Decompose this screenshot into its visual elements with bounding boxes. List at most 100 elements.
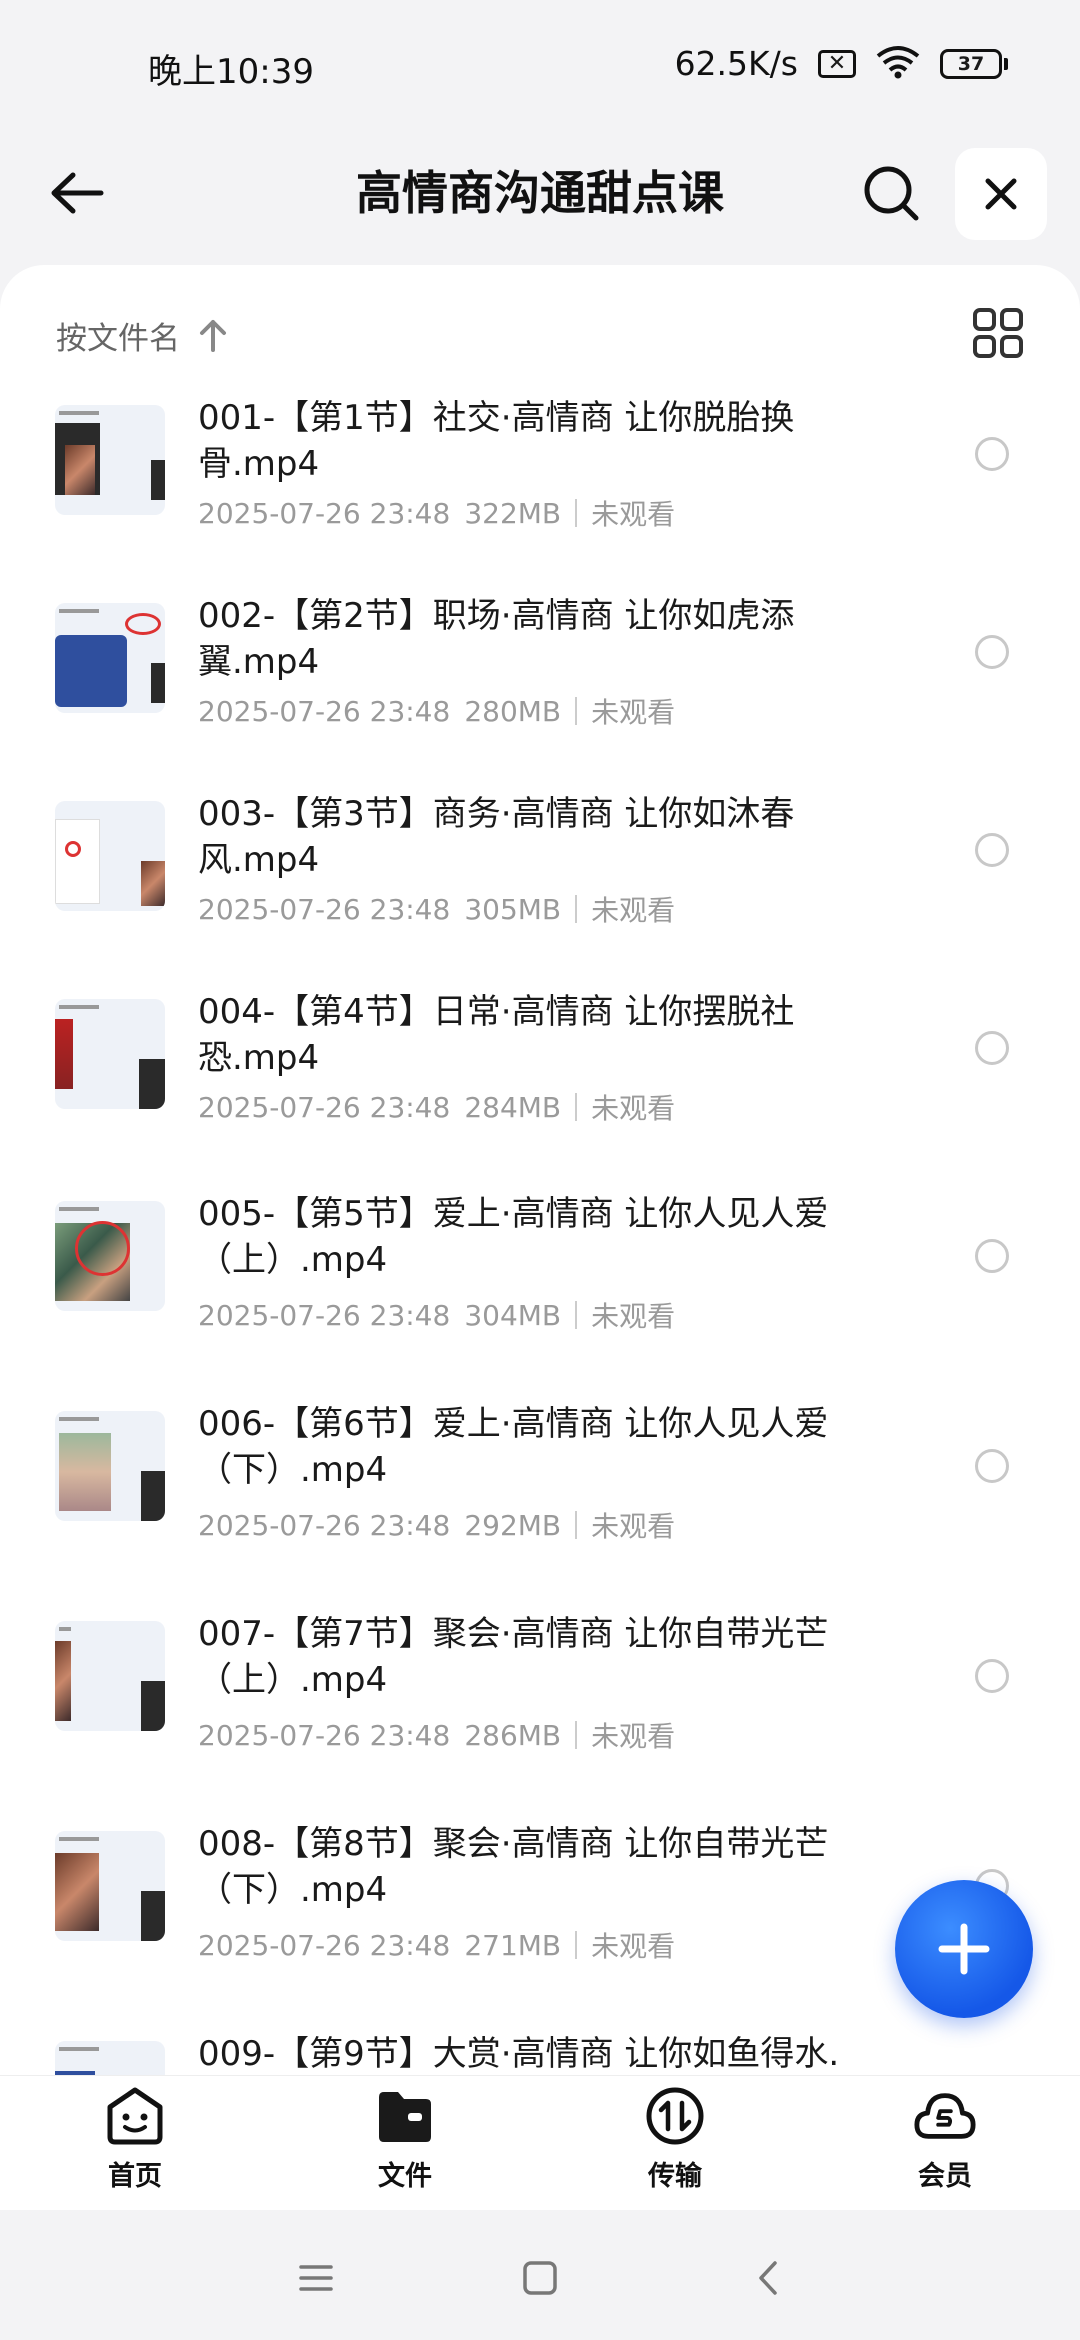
add-button[interactable]: [895, 1880, 1033, 2018]
menu-icon: [299, 2265, 333, 2291]
file-size: 284MB: [464, 1090, 562, 1124]
file-name: 006-【第6节】爱上·高情商 让你人见人爱（下）.mp4: [198, 1404, 829, 1490]
file-date: 2025-07-26 23:48: [198, 892, 451, 926]
chevron-left-icon: [759, 2261, 777, 2295]
file-item[interactable]: 001-【第1节】社交·高情商 让你脱胎换骨.mp4 2025-07-26 23…: [0, 395, 1080, 593]
sort-label: 按文件名: [56, 320, 180, 357]
file-name: 009-【第9节】大赏·高情商 让你如鱼得水.: [198, 2034, 840, 2074]
file-date: 2025-07-26 23:48: [198, 1508, 451, 1542]
nav-label: 首页: [108, 2161, 162, 2192]
watch-status: 未观看: [591, 1930, 676, 1963]
file-list-panel: 按文件名 001-【第1节】社交·高情商 让你脱胎换骨.mp4 2025-07-…: [0, 265, 1080, 2095]
file-size: 304MB: [464, 1298, 562, 1332]
status-bar: 晚上10:39 62.5K/s ✕ 37: [0, 0, 1080, 130]
watch-status: 未观看: [591, 696, 676, 729]
status-time: 晚上10:39: [148, 52, 314, 92]
grid-icon: [973, 308, 1023, 358]
file-date: 2025-07-26 23:48: [198, 1718, 451, 1752]
file-name: 001-【第1节】社交·高情商 让你脱胎换骨.mp4: [198, 398, 795, 484]
video-thumbnail: [55, 1201, 165, 1311]
select-radio[interactable]: [975, 1449, 1009, 1483]
file-date: 2025-07-26 23:48: [198, 1928, 451, 1962]
file-date: 2025-07-26 23:48: [198, 496, 451, 530]
watch-status: 未观看: [591, 498, 676, 531]
status-indicators: 62.5K/s ✕ 37: [675, 44, 1008, 83]
nav-label: 传输: [648, 2161, 702, 2192]
recents-button[interactable]: [286, 2248, 346, 2308]
watch-status: 未观看: [591, 1510, 676, 1543]
file-size: 322MB: [464, 496, 562, 530]
header: 高情商沟通甜点课: [0, 130, 1080, 260]
plus-icon: [938, 1923, 990, 1975]
file-item[interactable]: 006-【第6节】爱上·高情商 让你人见人爱（下）.mp4 2025-07-26…: [0, 1401, 1080, 1611]
arrow-up-icon: [200, 320, 226, 352]
select-radio[interactable]: [975, 437, 1009, 471]
file-name: 002-【第2节】职场·高情商 让你如虎添翼.mp4: [198, 596, 795, 682]
home-face-icon: [103, 2084, 167, 2148]
file-name: 008-【第8节】聚会·高情商 让你自带光芒（下）.mp4: [198, 1824, 829, 1910]
select-radio[interactable]: [975, 1031, 1009, 1065]
file-name: 005-【第5节】爱上·高情商 让你人见人爱（上）.mp4: [198, 1194, 829, 1280]
select-radio[interactable]: [975, 1239, 1009, 1273]
file-meta: 2025-07-26 23:48 280MB 未观看: [198, 691, 675, 731]
file-date: 2025-07-26 23:48: [198, 1298, 451, 1332]
search-button[interactable]: [852, 154, 932, 234]
square-icon: [523, 2261, 557, 2295]
select-radio[interactable]: [975, 1659, 1009, 1693]
watch-status: 未观看: [591, 894, 676, 927]
folder-icon: [373, 2084, 437, 2148]
nav-item-vip[interactable]: 会员: [810, 2076, 1080, 2210]
close-icon: [985, 178, 1017, 210]
video-thumbnail: [55, 405, 165, 515]
wifi-icon: [876, 45, 920, 83]
grid-view-button[interactable]: [970, 305, 1026, 361]
no-sim-icon: ✕: [818, 49, 856, 78]
battery-level: 37: [940, 48, 1002, 79]
file-item[interactable]: 003-【第3节】商务·高情商 让你如沐春风.mp4 2025-07-26 23…: [0, 791, 1080, 989]
file-item[interactable]: 004-【第4节】日常·高情商 让你摆脱社恐.mp4 2025-07-26 23…: [0, 989, 1080, 1191]
file-size: 280MB: [464, 694, 562, 728]
select-radio[interactable]: [975, 833, 1009, 867]
bottom-nav: 首页 文件 传输 会员: [0, 2075, 1080, 2210]
watch-status: 未观看: [591, 1300, 676, 1333]
home-button[interactable]: [510, 2248, 570, 2308]
nav-item-home[interactable]: 首页: [0, 2076, 270, 2210]
file-size: 286MB: [464, 1718, 562, 1752]
file-name: 004-【第4节】日常·高情商 让你摆脱社恐.mp4: [198, 992, 795, 1078]
file-size: 305MB: [464, 892, 562, 926]
file-meta: 2025-07-26 23:48 322MB 未观看: [198, 493, 675, 533]
file-meta: 2025-07-26 23:48 305MB 未观看: [198, 889, 675, 929]
close-button[interactable]: [955, 148, 1047, 240]
video-thumbnail: [55, 999, 165, 1109]
file-date: 2025-07-26 23:48: [198, 694, 451, 728]
nav-label: 会员: [918, 2161, 972, 2192]
video-thumbnail: [55, 801, 165, 911]
file-size: 271MB: [464, 1928, 562, 1962]
battery-icon: 37: [940, 48, 1008, 79]
file-size: 292MB: [464, 1508, 562, 1542]
file-item[interactable]: 007-【第7节】聚会·高情商 让你自带光芒（上）.mp4 2025-07-26…: [0, 1611, 1080, 1821]
file-meta: 2025-07-26 23:48 271MB 未观看: [198, 1925, 675, 1965]
system-back-button[interactable]: [738, 2248, 798, 2308]
file-meta: 2025-07-26 23:48 292MB 未观看: [198, 1505, 675, 1545]
file-item[interactable]: 002-【第2节】职场·高情商 让你如虎添翼.mp4 2025-07-26 23…: [0, 593, 1080, 791]
transfer-icon: [643, 2084, 707, 2148]
file-name: 007-【第7节】聚会·高情商 让你自带光芒（上）.mp4: [198, 1614, 829, 1700]
system-nav-bar: [0, 2212, 1080, 2340]
file-item[interactable]: 005-【第5节】爱上·高情商 让你人见人爱（上）.mp4 2025-07-26…: [0, 1191, 1080, 1401]
file-meta: 2025-07-26 23:48 284MB 未观看: [198, 1087, 675, 1127]
file-name: 003-【第3节】商务·高情商 让你如沐春风.mp4: [198, 794, 795, 880]
watch-status: 未观看: [591, 1092, 676, 1125]
nav-item-transfer[interactable]: 传输: [540, 2076, 810, 2210]
video-thumbnail: [55, 1621, 165, 1731]
nav-item-files[interactable]: 文件: [270, 2076, 540, 2210]
video-thumbnail: [55, 1411, 165, 1521]
sort-control[interactable]: 按文件名: [56, 305, 228, 365]
watch-status: 未观看: [591, 1720, 676, 1753]
file-date: 2025-07-26 23:48: [198, 1090, 451, 1124]
nav-label: 文件: [378, 2161, 432, 2192]
video-thumbnail: [55, 1831, 165, 1941]
select-radio[interactable]: [975, 635, 1009, 669]
vip-cloud-icon: [913, 2084, 977, 2148]
network-speed: 62.5K/s: [674, 44, 798, 83]
